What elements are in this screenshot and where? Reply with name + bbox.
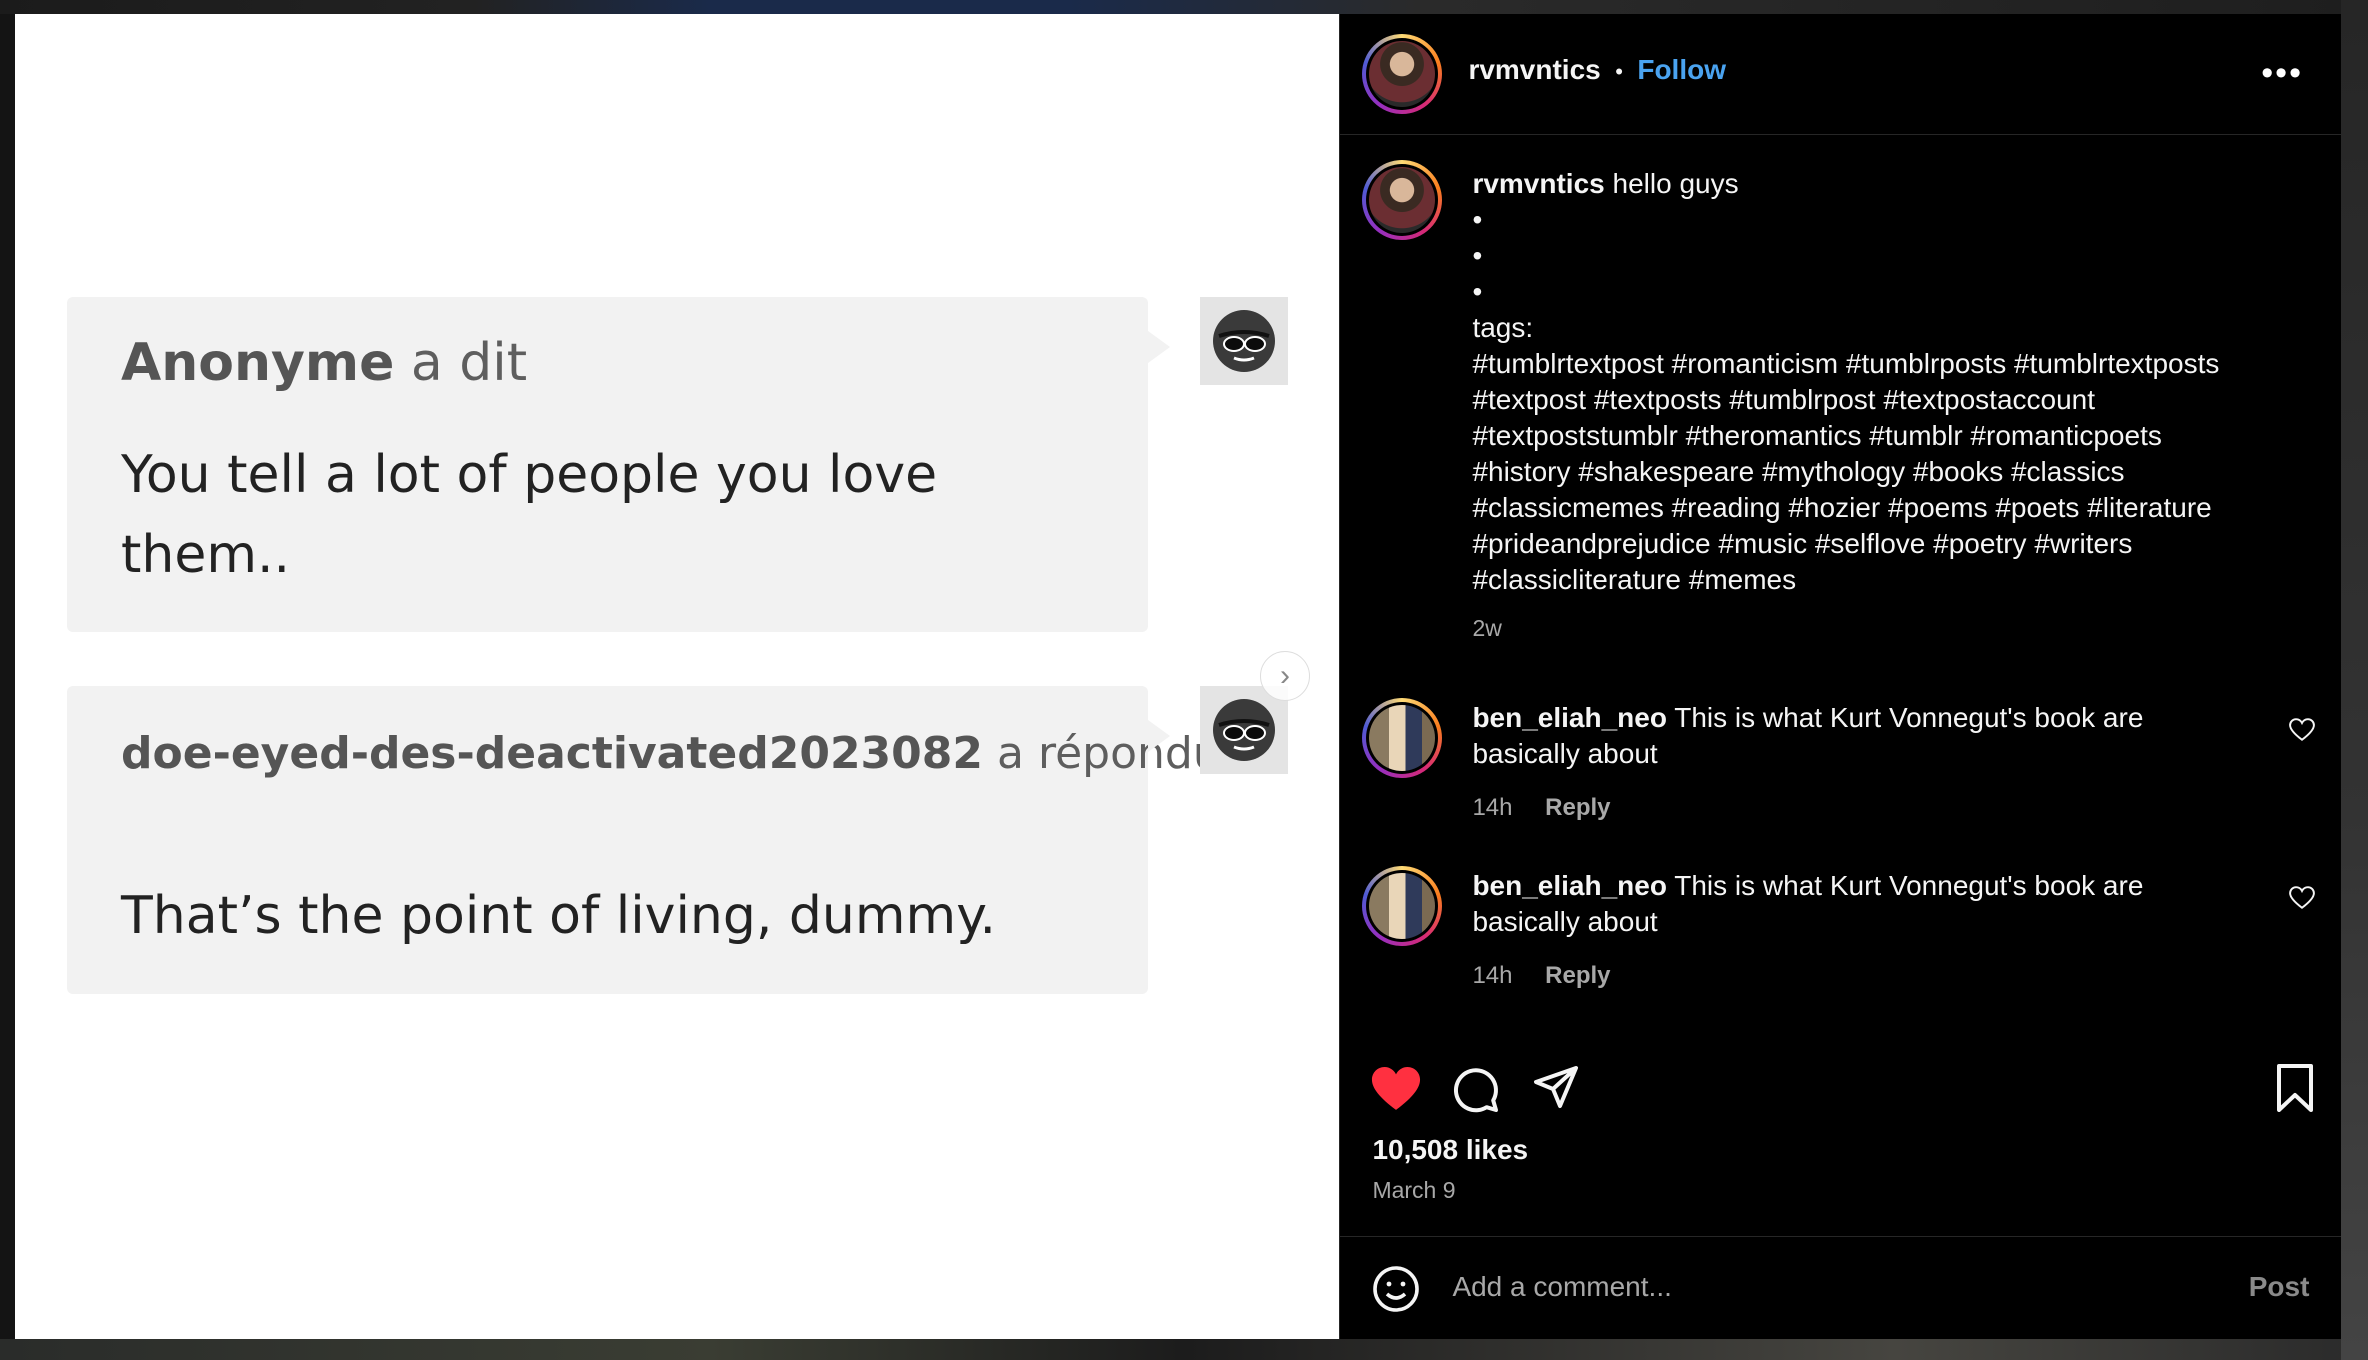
ask-text: You tell a lot of people you love them.. — [121, 445, 938, 585]
hashtag-line[interactable]: #tumblrtextpost #romanticism #tumblrpost… — [1472, 346, 2302, 382]
comment-username[interactable]: ben_eliah_neo — [1472, 870, 1667, 901]
ask-header: Anonyme a dit — [121, 333, 527, 393]
answer-verb: a répondu — [997, 728, 1221, 779]
comment-time: 14h — [1472, 794, 1513, 821]
hashtag-line[interactable]: #classicliterature #memes — [1472, 562, 2302, 598]
caption-first-line: hello guys — [1612, 168, 1739, 199]
commenter-avatar[interactable] — [1362, 698, 1443, 778]
comment-username[interactable]: ben_eliah_neo — [1472, 702, 1667, 733]
bookmark-icon[interactable] — [2275, 1064, 2315, 1117]
hashtag-line[interactable]: #classicmemes #reading #hozier #poems #p… — [1472, 490, 2302, 526]
separator-dot: • — [1615, 59, 1623, 84]
author-username[interactable]: rvmvntics — [1468, 54, 1600, 85]
post-comment-button[interactable]: Post — [2249, 1271, 2310, 1303]
comment-input[interactable]: Add a comment... — [1452, 1271, 1671, 1303]
caption-bullet: • — [1472, 276, 1483, 307]
caption-avatar[interactable] — [1362, 160, 1443, 240]
chevron-right-icon: › — [1280, 659, 1290, 692]
author-avatar[interactable] — [1362, 34, 1443, 114]
heart-icon[interactable] — [2289, 718, 2316, 747]
ask-verb: a dit — [410, 333, 528, 393]
comment-text: ben_eliah_neo This is what Kurt Vonnegut… — [1472, 700, 2232, 772]
post-actions — [1340, 1054, 2341, 1114]
comment-meta: 14h Reply — [1472, 794, 1610, 822]
hashtag-line[interactable]: #textpost #textposts #tumblrpost #textpo… — [1472, 382, 2302, 418]
post-date: March 9 — [1372, 1177, 1456, 1203]
post-side-panel: rvmvntics • Follow ••• rvmvntics hello g… — [1339, 14, 2342, 1340]
emoji-icon[interactable] — [1372, 1265, 1420, 1318]
follow-button[interactable]: Follow — [1637, 54, 1726, 85]
commenter-avatar[interactable] — [1362, 866, 1443, 946]
answer-bubble: doe-eyed-des-deactivated2023082 a répond… — [67, 686, 1221, 994]
more-icon[interactable]: ••• — [2261, 54, 2303, 93]
add-comment-row: Add a comment... Post — [1340, 1236, 2342, 1340]
answer-author: doe-eyed-des-deactivated2023082 — [121, 728, 984, 779]
hashtag-line[interactable]: #prideandprejudice #music #selflove #poe… — [1472, 526, 2302, 562]
ask-bubble: Anonyme a dit You tell a lot of people y… — [67, 297, 1170, 632]
post-header: rvmvntics • Follow ••• — [1340, 14, 2341, 135]
post-caption: rvmvntics hello guys • • • tags: #tumblr… — [1472, 166, 2302, 646]
answer-text: That’s the point of living, dummy. — [121, 886, 997, 946]
ask-author: Anonyme — [121, 333, 395, 393]
comment-icon[interactable] — [1452, 1066, 1500, 1119]
background-photo-strip-bottom — [0, 1339, 2368, 1360]
share-icon[interactable] — [1532, 1064, 1580, 1117]
reply-button[interactable]: Reply — [1545, 794, 1610, 821]
post-image: Anonyme a dit You tell a lot of people y… — [15, 14, 1340, 1339]
hashtag-line[interactable]: #history #shakespeare #mythology #books … — [1472, 454, 2302, 490]
caption-time: 2w — [1472, 615, 1502, 641]
background-photo-strip-right — [2341, 0, 2368, 1360]
heart-icon[interactable] — [2289, 886, 2316, 915]
reply-button[interactable]: Reply — [1545, 962, 1610, 989]
caption-username[interactable]: rvmvntics — [1472, 168, 1604, 199]
background-photo-strip-top — [0, 0, 2368, 14]
comment-meta: 14h Reply — [1472, 962, 1610, 990]
comment-time: 14h — [1472, 962, 1513, 989]
heart-icon[interactable] — [1370, 1066, 1422, 1117]
comment-text: ben_eliah_neo This is what Kurt Vonnegut… — [1472, 868, 2232, 940]
caption-bullet: • — [1472, 240, 1483, 271]
next-image-button[interactable]: › — [1260, 651, 1310, 701]
post-modal: Anonyme a dit You tell a lot of people y… — [15, 14, 2342, 1340]
sunglasses-avatar-icon — [1200, 297, 1288, 385]
caption-tags-label: tags: — [1472, 312, 1534, 343]
answer-header: doe-eyed-des-deactivated2023082 a répond… — [121, 728, 1221, 779]
hashtag-line[interactable]: #textpoststumblr #theromantics #tumblr #… — [1472, 418, 2302, 454]
likes-count[interactable]: 10,508 likes — [1372, 1134, 1528, 1166]
caption-bullet: • — [1472, 204, 1483, 235]
